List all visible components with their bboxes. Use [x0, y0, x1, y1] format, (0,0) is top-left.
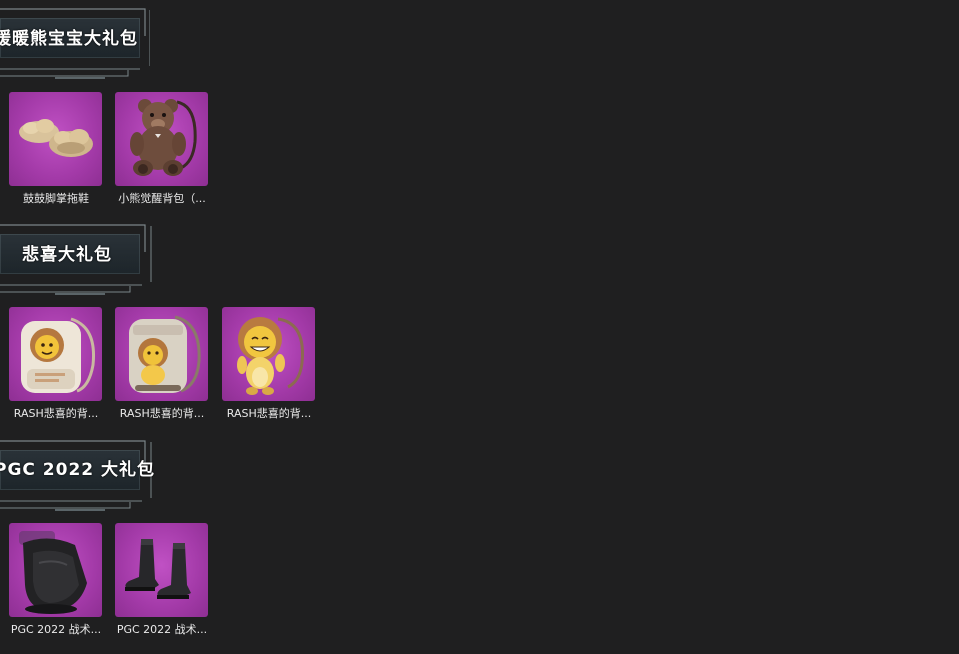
item-label: RASH悲喜的背...	[226, 407, 312, 420]
item-label: PGC 2022 战术...	[116, 623, 208, 636]
section-banner: 悲喜大礼包	[0, 216, 152, 295]
item-label: PGC 2022 战术...	[10, 623, 102, 636]
item-thumbnail	[115, 307, 208, 401]
section-rash-gift-pack: 悲喜大礼包 RASH悲喜的背... RASH悲喜的背... RASH悲喜的背..…	[0, 216, 420, 431]
item-card[interactable]: RASH悲喜的背...	[9, 307, 103, 427]
section-banner: PGC 2022 大礼包	[0, 432, 156, 511]
teddy-bear-backpack-icon	[130, 99, 197, 176]
section-title: PGC 2022 大礼包	[0, 460, 156, 480]
item-card[interactable]: RASH悲喜的背...	[115, 307, 209, 427]
section-banner: 暖暖熊宝宝大礼包	[0, 0, 152, 79]
lion-backpack-icon	[21, 317, 96, 393]
item-card[interactable]: PGC 2022 战术...	[115, 523, 209, 643]
item-card[interactable]: PGC 2022 战术...	[9, 523, 103, 643]
item-label: RASH悲喜的背...	[119, 407, 205, 420]
item-label: RASH悲喜的背...	[13, 407, 99, 420]
tactical-boots-icon	[125, 539, 191, 599]
section-title: 暖暖熊宝宝大礼包	[0, 29, 138, 49]
lion-plush-backpack-icon	[237, 317, 304, 395]
item-card[interactable]: RASH悲喜的背...	[222, 307, 316, 427]
item-thumbnail	[115, 92, 208, 186]
item-thumbnail	[9, 307, 102, 401]
item-card[interactable]: 小熊觉醒背包（...	[115, 92, 209, 212]
item-card[interactable]: 鼓鼓脚掌拖鞋	[9, 92, 103, 212]
item-thumbnail	[115, 523, 208, 617]
slippers-icon	[19, 119, 93, 157]
section-pgc-2022-gift-pack: PGC 2022 大礼包 PGC 2022 战术... PGC 2022 战术.…	[0, 432, 420, 654]
section-warm-bear-gift-pack: 暖暖熊宝宝大礼包 鼓鼓脚掌拖鞋 小熊觉醒背包（...	[0, 0, 420, 215]
item-thumbnail	[9, 92, 102, 186]
section-title: 悲喜大礼包	[22, 245, 112, 265]
item-label: 小熊觉醒背包（...	[118, 192, 206, 205]
tactical-mask-icon	[19, 531, 87, 614]
item-thumbnail	[222, 307, 315, 401]
item-thumbnail	[9, 523, 102, 617]
item-label: 鼓鼓脚掌拖鞋	[23, 192, 89, 205]
lion-backpack-icon	[129, 315, 201, 393]
